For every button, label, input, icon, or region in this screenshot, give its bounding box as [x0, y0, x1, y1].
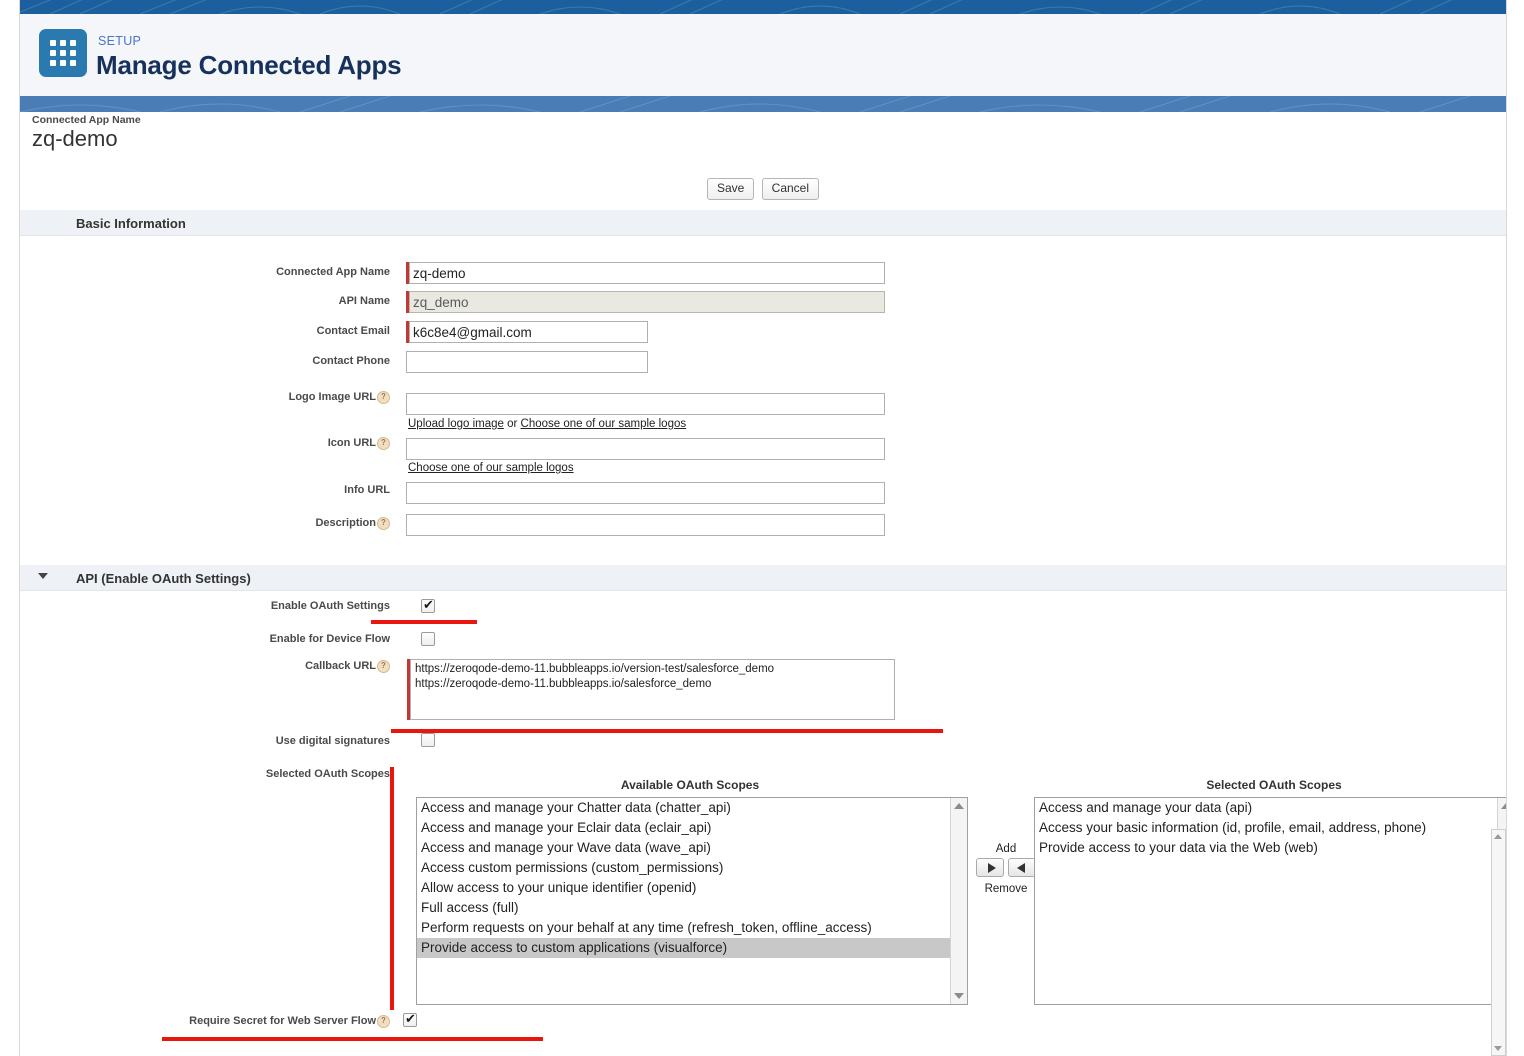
arrow-left-icon	[1016, 863, 1025, 873]
icon-links-row: Choose one of our sample logos	[408, 462, 574, 474]
require-secret-web-server-flow-checkbox[interactable]	[403, 1011, 417, 1027]
add-scope-button[interactable]	[976, 858, 1005, 877]
section-header-api-oauth: API (Enable OAuth Settings)	[20, 565, 1506, 591]
setup-eyebrow: SETUP	[98, 34, 142, 48]
band-pattern-icon-2	[20, 96, 1471, 112]
selected-oauth-scopes-list[interactable]: Access and manage your data (api) Access…	[1034, 797, 1506, 1005]
cancel-button[interactable]: Cancel	[761, 178, 820, 200]
scroll-up-icon[interactable]	[1494, 834, 1502, 839]
label-contact-phone: Contact Phone	[312, 355, 390, 367]
label-icon-url-text: Icon URL	[327, 437, 376, 449]
logo-links-or: or	[507, 418, 518, 430]
band-pattern-icon	[20, 0, 1453, 14]
label-logo-image-url-text: Logo Image URL	[288, 391, 376, 403]
annotation-vertical-scopes	[390, 767, 394, 1010]
label-logo-image-url: Logo Image URL?	[170, 391, 390, 404]
help-icon-callback-url[interactable]: ?	[377, 660, 390, 673]
enable-oauth-settings-checkbox[interactable]	[421, 597, 435, 613]
top-decorative-band	[20, 0, 1506, 14]
annotation-underline-callback-url	[391, 729, 943, 733]
contact-phone-input[interactable]	[406, 351, 648, 373]
annotation-underline-enable-oauth	[371, 620, 477, 624]
setup-header: SETUP Manage Connected Apps	[20, 14, 1506, 96]
enable-device-flow-checkbox[interactable]	[421, 632, 435, 646]
api-name-input[interactable]	[409, 291, 885, 313]
help-icon-icon-url[interactable]: ?	[377, 437, 390, 450]
save-button[interactable]: Save	[706, 178, 755, 200]
label-api-name: API Name	[338, 295, 390, 307]
help-icon-require-secret[interactable]: ?	[377, 1015, 390, 1028]
page-title: Manage Connected Apps	[96, 50, 402, 80]
list-item[interactable]: Full access (full)	[417, 898, 950, 918]
scroll-down-icon[interactable]	[1494, 1046, 1502, 1051]
arrow-right-icon	[988, 863, 997, 873]
label-use-digital-signatures: Use digital signatures	[275, 735, 390, 747]
label-contact-email: Contact Email	[316, 325, 390, 337]
record-name: zq-demo	[32, 126, 118, 151]
annotation-underline-require-secret	[162, 1037, 543, 1041]
help-icon-logo-image-url[interactable]: ?	[377, 391, 390, 404]
label-callback-url: Callback URL?	[170, 660, 390, 673]
contact-email-input[interactable]	[409, 321, 648, 343]
available-list-scrollbar[interactable]	[950, 798, 967, 1004]
available-oauth-scopes-title: Available OAuth Scopes	[620, 778, 760, 792]
app-grid-icon	[39, 29, 87, 77]
label-enable-oauth-settings: Enable OAuth Settings	[270, 600, 390, 612]
section-header-basic-information: Basic Information	[20, 210, 1506, 236]
callback-url-textarea[interactable]: https://zeroqode-demo-11.bubbleapps.io/v…	[410, 659, 895, 720]
label-require-secret-web-server-flow: Require Secret for Web Server Flow?	[100, 1015, 390, 1028]
remove-scope-button[interactable]	[1007, 858, 1036, 877]
choose-sample-logos-link[interactable]: Choose one of our sample logos	[521, 418, 687, 430]
upload-logo-image-link[interactable]: Upload logo image	[408, 418, 504, 430]
section-title-basic-information: Basic Information	[76, 216, 186, 231]
chevron-down-icon[interactable]	[38, 573, 48, 579]
scroll-down-icon[interactable]	[954, 993, 964, 999]
logo-links-row: Upload logo image or Choose one of our s…	[408, 418, 686, 430]
scroll-up-icon[interactable]	[1501, 803, 1506, 809]
scope-transfer-controls: Add Remove	[976, 842, 1036, 896]
action-button-bar: Save Cancel	[20, 178, 1506, 200]
label-description: Description?	[170, 517, 390, 530]
add-label: Add	[995, 843, 1017, 855]
scroll-up-icon[interactable]	[954, 803, 964, 809]
sub-decorative-band	[20, 96, 1506, 112]
label-icon-url: Icon URL?	[170, 437, 390, 450]
label-info-url: Info URL	[344, 484, 390, 496]
label-enable-device-flow: Enable for Device Flow	[269, 633, 390, 645]
info-url-input[interactable]	[406, 482, 885, 504]
list-item[interactable]: Access and manage your Wave data (wave_a…	[417, 838, 950, 858]
list-item[interactable]: Perform requests on your behalf at any t…	[417, 918, 950, 938]
description-input[interactable]	[406, 514, 885, 536]
setup-page: SETUP Manage Connected Apps Connected Ap…	[19, 0, 1507, 1056]
record-type-label: Connected App Name	[32, 114, 141, 126]
available-scope-options[interactable]: Access and manage your Chatter data (cha…	[417, 798, 950, 958]
available-oauth-scopes-list[interactable]: Access and manage your Chatter data (cha…	[416, 797, 968, 1005]
logo-image-url-input[interactable]	[406, 393, 885, 415]
selected-oauth-scopes-title: Selected OAuth Scopes	[1206, 778, 1342, 792]
choose-sample-logos-link-icon[interactable]: Choose one of our sample logos	[408, 462, 574, 474]
list-item[interactable]: Allow access to your unique identifier (…	[417, 878, 950, 898]
selected-scope-options[interactable]: Access and manage your data (api) Access…	[1035, 798, 1497, 858]
list-item[interactable]: Provide access to your data via the Web …	[1035, 838, 1497, 858]
icon-url-input[interactable]	[406, 438, 885, 460]
page-scrollbar[interactable]	[1491, 829, 1506, 1056]
connected-app-name-input[interactable]	[409, 262, 885, 284]
label-connected-app-name: Connected App Name	[276, 266, 390, 278]
label-require-secret-text: Require Secret for Web Server Flow	[189, 1015, 376, 1027]
use-digital-signatures-checkbox[interactable]	[421, 733, 435, 747]
list-item[interactable]: Access custom permissions (custom_permis…	[417, 858, 950, 878]
remove-label: Remove	[984, 883, 1028, 895]
label-selected-oauth-scopes: Selected OAuth Scopes	[265, 768, 390, 780]
label-description-text: Description	[315, 517, 376, 529]
section-title-api-oauth: API (Enable OAuth Settings)	[76, 571, 251, 586]
list-item[interactable]: Access and manage your Chatter data (cha…	[417, 798, 950, 818]
list-item[interactable]: Access and manage your Eclair data (ecla…	[417, 818, 950, 838]
list-item[interactable]: Access your basic information (id, profi…	[1035, 818, 1497, 838]
help-icon-description[interactable]: ?	[377, 517, 390, 530]
list-item[interactable]: Access and manage your data (api)	[1035, 798, 1497, 818]
list-item-selected[interactable]: Provide access to custom applications (v…	[417, 938, 950, 958]
label-callback-url-text: Callback URL	[305, 660, 376, 672]
